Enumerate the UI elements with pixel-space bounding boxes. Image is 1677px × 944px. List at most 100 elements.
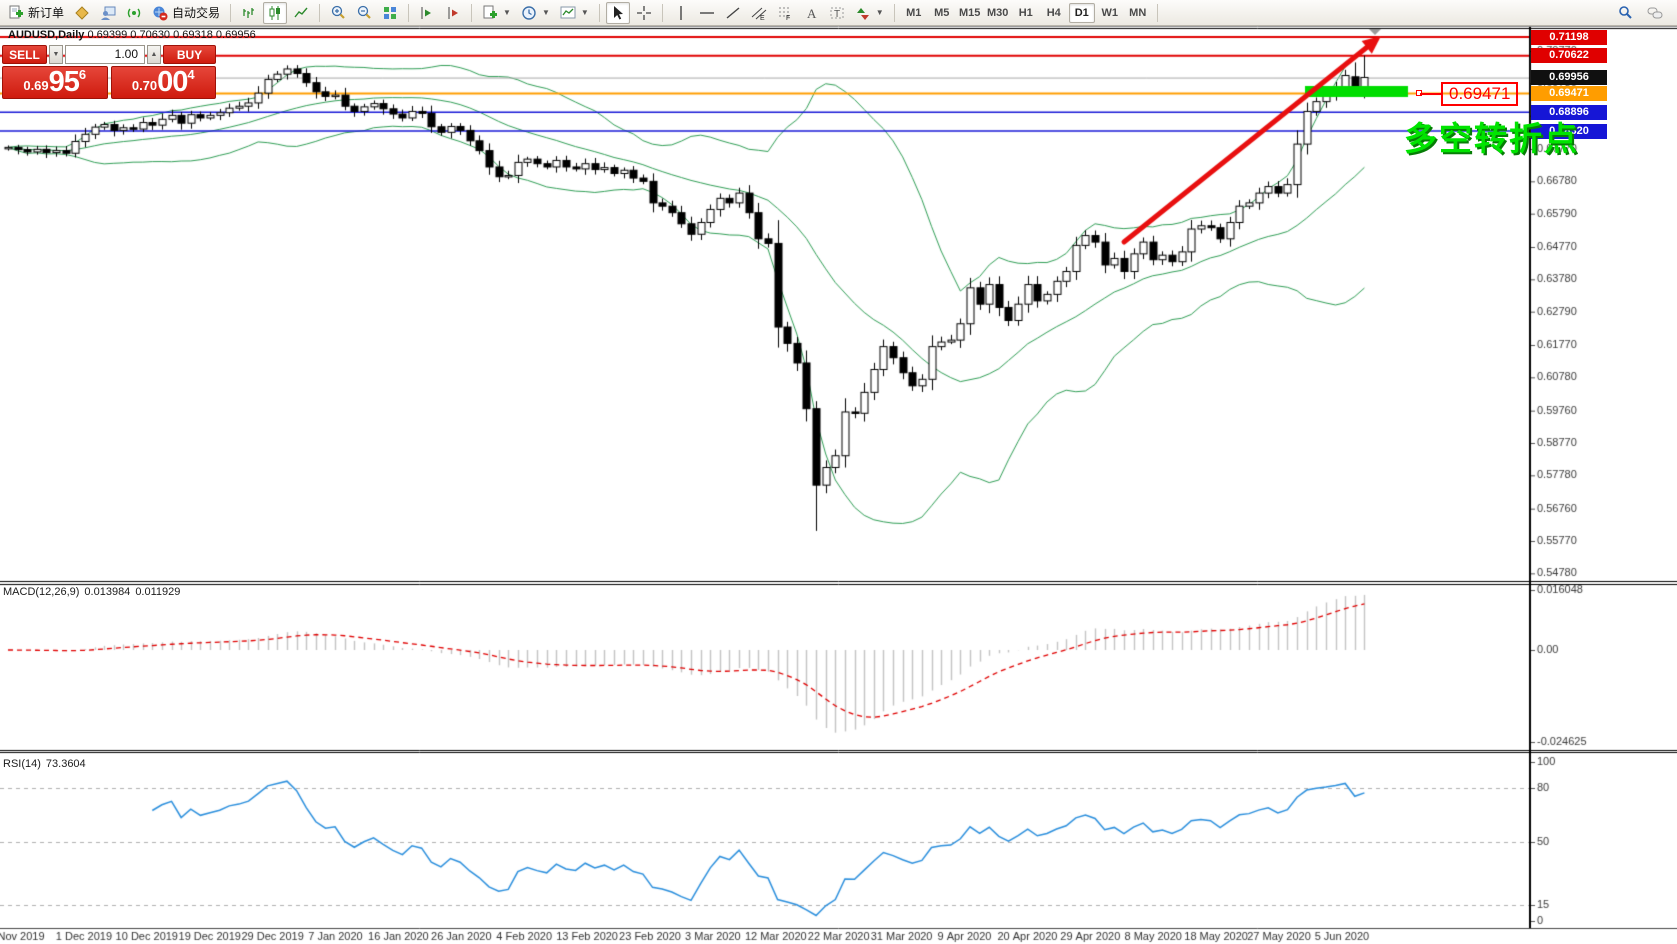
auto-scroll-button[interactable] [415,2,439,24]
macd-signal-value: 0.011929 [135,586,180,598]
toolbar-separator [662,4,663,22]
svg-text:A: A [807,6,817,21]
sell-price-button[interactable]: 0.69 95 6 [2,66,108,99]
volume-up-button[interactable]: ▲ [147,45,161,64]
tile-windows-button[interactable] [378,2,402,24]
text-label-button[interactable]: T [825,2,849,24]
chart-shift-icon [445,5,461,21]
horizontal-line-icon [699,5,715,21]
tile-windows-icon [382,5,398,21]
autotrading-button[interactable]: 自动交易 [148,2,224,24]
cursor-icon [610,5,626,21]
timeframe-m15[interactable]: M15 [957,3,983,23]
autotrading-icon [152,5,168,21]
bar-chart-button[interactable] [237,2,261,24]
chat-button[interactable] [1643,2,1667,24]
arrows-button[interactable]: ▼ [851,2,888,24]
fibonacci-button[interactable]: F [773,2,797,24]
svg-text:T: T [834,9,840,20]
channel-button[interactable]: E [747,2,771,24]
price-callout[interactable]: 0.69471 [1441,82,1518,106]
toolbar-separator [894,4,895,22]
channel-icon: E [751,5,767,21]
new-order-button[interactable]: 新订单 [4,2,68,24]
triangle-up-icon: ▲ [151,51,158,58]
text-button[interactable]: A [799,2,823,24]
auto-scroll-icon [419,5,435,21]
caret-down-icon: ▼ [503,8,511,17]
chart-ohlc-values: 0.69399 0.70630 0.69318 0.69956 [87,29,255,41]
buy-price-button[interactable]: 0.70 00 4 [111,66,217,99]
toolbar-separator [319,4,320,22]
timeframe-w1[interactable]: W1 [1097,3,1123,23]
timeframe-mn[interactable]: MN [1125,3,1151,23]
sell-price-pips: 95 [49,69,79,96]
candlestick-chart-button[interactable] [263,2,287,24]
new-order-label: 新订单 [28,4,64,21]
svg-text:F: F [786,15,790,21]
arrows-icon [855,5,871,21]
rsi-name: RSI(14) [3,758,41,770]
signals-button[interactable] [122,2,146,24]
turning-point-annotation[interactable]: 多空转折点 [1404,112,1579,160]
timeframe-h1[interactable]: H1 [1013,3,1039,23]
buy-button[interactable]: BUY [163,45,216,64]
chart-symbol-period: AUDUSD,Daily [8,29,84,41]
text-label-icon: T [829,5,845,21]
zoom-out-button[interactable] [352,2,376,24]
vertical-line-icon [673,5,689,21]
templates-button[interactable]: ▼ [478,2,515,24]
line-chart-button[interactable] [289,2,313,24]
sell-price-base: 0.69 [23,76,48,96]
sell-button[interactable]: SELL [2,45,47,64]
crosshair-button[interactable] [632,2,656,24]
zoom-in-button[interactable] [326,2,350,24]
axis-price-label: 0.69956 [1531,70,1607,85]
axis-price-label: 0.71198 [1531,30,1607,45]
main-toolbar: 新订单 自动交易 ▼ ▼ ▼ E F A T ▼ [0,0,1677,26]
volume-input[interactable]: 1.00 [65,45,145,64]
sell-price-point: 6 [79,68,86,81]
period-button[interactable]: ▼ [517,2,554,24]
macd-name: MACD(12,26,9) [3,586,79,598]
chat-icon [1647,5,1663,21]
bar-chart-icon [241,5,257,21]
new-order-icon [8,5,24,21]
indicators-icon [560,5,576,21]
svg-text:E: E [760,15,765,21]
toolbar-separator [408,4,409,22]
timeframe-h4[interactable]: H4 [1041,3,1067,23]
autotrading-label: 自动交易 [172,4,220,21]
timeframe-m1[interactable]: M1 [901,3,927,23]
caret-down-icon: ▼ [581,8,589,17]
profiles-button[interactable] [96,2,120,24]
timeframe-d1[interactable]: D1 [1069,3,1095,23]
fibonacci-icon: F [777,5,793,21]
toolbar-separator [230,4,231,22]
search-button[interactable] [1613,2,1637,24]
vertical-line-button[interactable] [669,2,693,24]
chart-shift-button[interactable] [441,2,465,24]
volume-down-button[interactable]: ▼ [49,45,63,64]
horizontal-line-button[interactable] [695,2,719,24]
triangle-down-icon: ▼ [53,51,60,58]
macd-main-value: 0.013984 [84,586,130,598]
indicators-button[interactable]: ▼ [556,2,593,24]
market-watch-button[interactable] [70,2,94,24]
search-icon [1617,5,1633,21]
caret-down-icon: ▼ [876,8,884,17]
rsi-value: 73.3604 [46,758,86,770]
trendline-button[interactable] [721,2,745,24]
clock-icon [521,5,537,21]
caret-down-icon: ▼ [542,8,550,17]
timeframe-m30[interactable]: M30 [985,3,1011,23]
one-click-trading-panel: SELL ▼ 1.00 ▲ BUY 0.69 95 6 0.70 00 4 [2,45,216,99]
zoom-in-icon [330,5,346,21]
timeframe-m5[interactable]: M5 [929,3,955,23]
candlestick-chart-icon [267,5,283,21]
market-watch-icon [74,5,90,21]
crosshair-icon [636,5,652,21]
toolbar-separator [599,4,600,22]
cursor-button[interactable] [606,2,630,24]
profiles-icon [100,5,116,21]
